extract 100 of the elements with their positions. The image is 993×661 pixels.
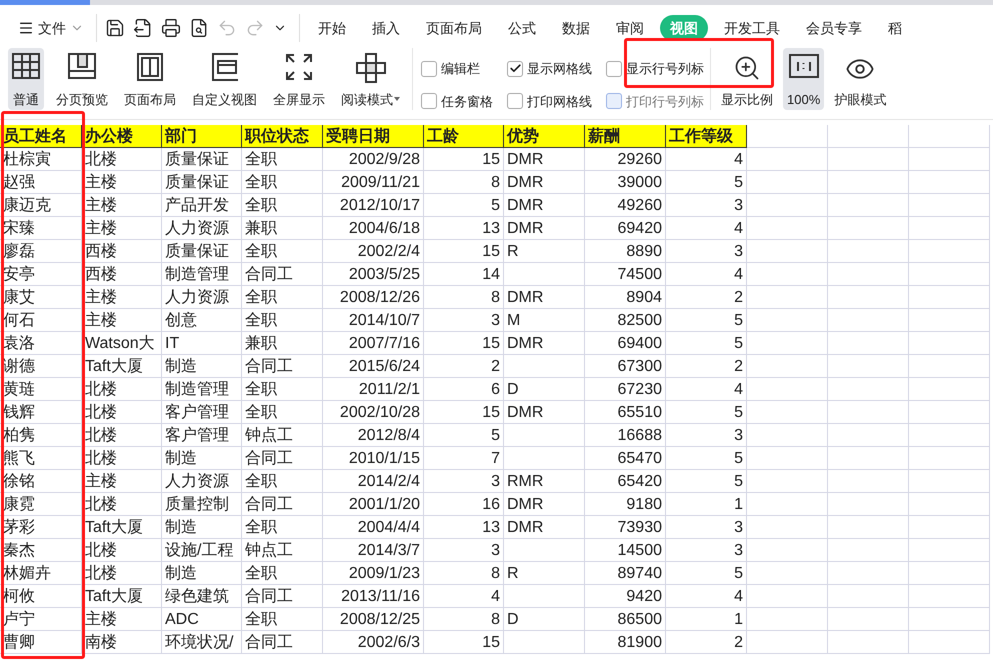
menu-tab[interactable]: 开始 [308, 15, 356, 41]
table-cell: 全职 [242, 171, 323, 194]
view-button[interactable]: 分页预览 [52, 48, 112, 110]
table-cell: 4 [666, 217, 747, 240]
table-cell: 质量控制 [162, 493, 242, 516]
menu-tab[interactable]: 稻 [878, 15, 912, 41]
export-icon[interactable] [133, 18, 153, 38]
table-cell: 16 [424, 493, 504, 516]
checkbox[interactable] [507, 93, 523, 110]
checkbox[interactable] [507, 60, 523, 77]
table-cell: 主楼 [82, 194, 162, 217]
print-preview-icon[interactable] [189, 18, 209, 38]
table-cell: 4 [666, 148, 747, 171]
table-cell: 5 [666, 447, 747, 470]
table-cell: 黄琏 [0, 378, 82, 401]
undo-icon[interactable] [217, 18, 237, 38]
option-checkbox[interactable]: 任务窗格 [421, 92, 493, 111]
table-cell: 69420 [585, 217, 666, 240]
table-cell: 8 [424, 286, 504, 309]
menu-tab[interactable]: 数据 [552, 15, 600, 41]
table-cell: 卢宁 [0, 608, 82, 631]
menu-tab[interactable]: 开发工具 [714, 15, 790, 41]
menu-tab[interactable]: 审阅 [606, 15, 654, 41]
table-cell: 康艾 [0, 286, 82, 309]
table-cell: 3 [666, 424, 747, 447]
save-icon[interactable] [105, 18, 125, 38]
zoom-button[interactable]: 护眼模式 [830, 48, 890, 110]
table-cell: 北楼 [82, 401, 162, 424]
view-button[interactable]: 普通 [8, 48, 44, 110]
table-cell: 设施/工程 [162, 539, 242, 562]
table-cell: 5 [666, 562, 747, 585]
redo-icon[interactable] [245, 18, 265, 38]
column-header-cell: 办公楼 [82, 125, 162, 148]
table-cell: 质量保证 [162, 171, 242, 194]
file-menu-button[interactable]: 文件 [18, 18, 92, 38]
table-cell: 创意 [162, 309, 242, 332]
table-cell: 65470 [585, 447, 666, 470]
menu-tab[interactable]: 会员专享 [796, 15, 872, 41]
table-cell: 合同工 [242, 493, 323, 516]
view-button[interactable]: 阅读模式 [337, 48, 404, 110]
table-cell: 2002/10/28 [323, 401, 424, 424]
table-cell: ADC [162, 608, 242, 631]
table-cell: 82500 [585, 309, 666, 332]
table-cell: R [504, 562, 585, 585]
table-cell: D [504, 608, 585, 631]
menu-tab[interactable]: 公式 [498, 15, 546, 41]
table-cell: 67230 [585, 378, 666, 401]
table-cell: 主楼 [82, 286, 162, 309]
table-cell: 合同工 [242, 585, 323, 608]
table-cell: 钟点工 [242, 424, 323, 447]
table-cell: 主楼 [82, 470, 162, 493]
table-cell: 北楼 [82, 539, 162, 562]
menu-tab[interactable]: 插入 [362, 15, 410, 41]
option-checkbox[interactable]: 显示行号列标 [606, 59, 704, 78]
table-cell: Watson大 [82, 332, 162, 355]
menu-tab[interactable]: 页面布局 [416, 15, 492, 41]
option-checkbox[interactable]: 打印网格线 [507, 92, 592, 111]
page-layout-icon [137, 53, 163, 81]
column-header-cell: 部门 [162, 125, 242, 148]
table-cell: 5 [424, 424, 504, 447]
table-cell: 65420 [585, 470, 666, 493]
table-cell: 2012/8/4 [323, 424, 424, 447]
view-button[interactable]: 自定义视图 [188, 48, 261, 110]
table-cell: IT [162, 332, 242, 355]
table-cell: 兼职 [242, 332, 323, 355]
table-cell: 主楼 [82, 608, 162, 631]
table-cell: 北楼 [82, 493, 162, 516]
table-cell: 8 [424, 608, 504, 631]
table-cell: 73930 [585, 516, 666, 539]
table-cell: 人力资源 [162, 286, 242, 309]
checkbox[interactable] [421, 60, 437, 77]
table-cell: 全职 [242, 516, 323, 539]
view-button[interactable]: 全屏显示 [269, 48, 329, 110]
option-checkbox[interactable]: 显示网格线 [507, 59, 592, 78]
caret-icon [394, 97, 400, 102]
table-cell: 钱辉 [0, 401, 82, 424]
table-cell: 曹卿 [0, 631, 82, 654]
table-cell: 全职 [242, 608, 323, 631]
table-cell: 徐铭 [0, 470, 82, 493]
checkbox[interactable] [606, 60, 622, 77]
table-cell: 4 [666, 585, 747, 608]
table-cell: 81900 [585, 631, 666, 654]
table-cell: M [504, 309, 585, 332]
checkbox[interactable] [421, 93, 437, 110]
table-cell: 9420 [585, 585, 666, 608]
table-cell: 主楼 [82, 171, 162, 194]
view-button[interactable]: 页面布局 [120, 48, 180, 110]
print-icon[interactable] [161, 18, 181, 38]
column-header-cell: 工龄 [424, 125, 504, 148]
table-cell: 全职 [242, 401, 323, 424]
option-checkbox[interactable]: 编辑栏 [421, 59, 493, 78]
table-cell: 2012/10/17 [323, 194, 424, 217]
zoom-button[interactable]: 显示比例 [717, 48, 777, 110]
table-cell: 7 [424, 447, 504, 470]
table-cell: 2008/12/25 [323, 608, 424, 631]
table-cell: 13 [424, 217, 504, 240]
table-cell: 北楼 [82, 424, 162, 447]
zoom-button[interactable]: 100% [783, 48, 824, 110]
table-cell: 制造 [162, 516, 242, 539]
table-cell: 北楼 [82, 562, 162, 585]
